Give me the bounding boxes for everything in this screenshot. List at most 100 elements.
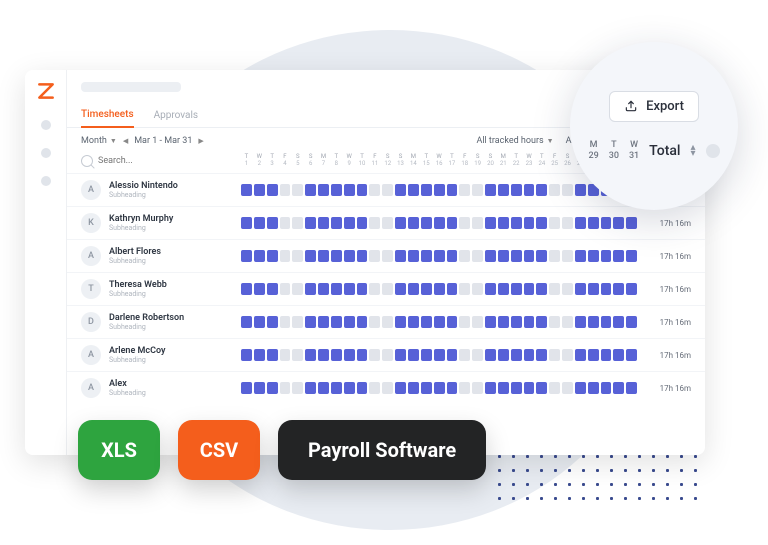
day-cell[interactable] <box>357 217 368 229</box>
day-cell[interactable] <box>408 382 419 394</box>
day-cell[interactable] <box>575 283 586 295</box>
day-cell[interactable] <box>434 382 445 394</box>
day-cell[interactable] <box>524 184 535 196</box>
day-cell[interactable] <box>241 316 252 328</box>
next-icon[interactable]: ▶ <box>198 137 203 145</box>
day-cell[interactable] <box>254 184 265 196</box>
hours-filter[interactable]: All tracked hours▼ <box>476 136 553 146</box>
day-cell[interactable] <box>447 250 458 262</box>
day-cell[interactable] <box>369 250 380 262</box>
day-cell[interactable] <box>331 349 342 361</box>
day-cell[interactable] <box>241 283 252 295</box>
day-cell[interactable] <box>601 283 612 295</box>
day-cell[interactable] <box>331 382 342 394</box>
day-cell[interactable] <box>472 184 483 196</box>
day-cell[interactable] <box>318 184 329 196</box>
day-cell[interactable] <box>562 283 573 295</box>
day-cell[interactable] <box>382 316 393 328</box>
day-cell[interactable] <box>344 382 355 394</box>
day-cell[interactable] <box>524 382 535 394</box>
day-cell[interactable] <box>395 184 406 196</box>
day-cell[interactable] <box>292 250 303 262</box>
day-cell[interactable] <box>357 184 368 196</box>
rail-item[interactable] <box>41 120 51 130</box>
tab-timesheets[interactable]: Timesheets <box>81 109 134 128</box>
day-cell[interactable] <box>421 382 432 394</box>
day-cell[interactable] <box>382 349 393 361</box>
day-cell[interactable] <box>472 349 483 361</box>
day-cell[interactable] <box>588 316 599 328</box>
day-cell[interactable] <box>562 349 573 361</box>
search-input[interactable] <box>98 156 208 166</box>
day-cell[interactable] <box>459 283 470 295</box>
day-cell[interactable] <box>395 349 406 361</box>
day-cell[interactable] <box>382 250 393 262</box>
day-cell[interactable] <box>434 349 445 361</box>
day-cell[interactable] <box>613 382 624 394</box>
day-cell[interactable] <box>318 250 329 262</box>
day-cell[interactable] <box>447 349 458 361</box>
day-cell[interactable] <box>344 316 355 328</box>
day-cell[interactable] <box>305 349 316 361</box>
day-cell[interactable] <box>485 184 496 196</box>
tab-approvals[interactable]: Approvals <box>154 110 198 127</box>
day-cell[interactable] <box>498 184 509 196</box>
day-cell[interactable] <box>511 382 522 394</box>
day-cell[interactable] <box>254 349 265 361</box>
prev-icon[interactable]: ◀ <box>123 137 128 145</box>
day-cell[interactable] <box>421 184 432 196</box>
day-cell[interactable] <box>459 184 470 196</box>
day-cell[interactable] <box>459 316 470 328</box>
day-cell[interactable] <box>434 316 445 328</box>
day-cell[interactable] <box>549 316 560 328</box>
day-cell[interactable] <box>421 316 432 328</box>
day-cell[interactable] <box>280 184 291 196</box>
day-cell[interactable] <box>536 217 547 229</box>
day-cell[interactable] <box>421 217 432 229</box>
day-cell[interactable] <box>434 283 445 295</box>
day-cell[interactable] <box>357 382 368 394</box>
day-cell[interactable] <box>292 184 303 196</box>
day-cell[interactable] <box>344 250 355 262</box>
day-cell[interactable] <box>459 250 470 262</box>
day-cell[interactable] <box>498 382 509 394</box>
day-cell[interactable] <box>395 316 406 328</box>
day-cell[interactable] <box>562 316 573 328</box>
table-row[interactable]: KKathryn MurphySubheading17h 16m <box>67 206 705 239</box>
day-cell[interactable] <box>626 250 637 262</box>
day-cell[interactable] <box>601 349 612 361</box>
day-cell[interactable] <box>549 349 560 361</box>
day-cell[interactable] <box>280 283 291 295</box>
day-cell[interactable] <box>498 349 509 361</box>
day-cell[interactable] <box>575 184 586 196</box>
day-cell[interactable] <box>267 250 278 262</box>
day-cell[interactable] <box>588 250 599 262</box>
day-cell[interactable] <box>408 184 419 196</box>
day-cell[interactable] <box>267 217 278 229</box>
day-cell[interactable] <box>524 316 535 328</box>
day-cell[interactable] <box>318 349 329 361</box>
day-cell[interactable] <box>267 382 278 394</box>
day-cell[interactable] <box>626 316 637 328</box>
day-cell[interactable] <box>369 382 380 394</box>
table-row[interactable]: AAlbert FloresSubheading17h 16m <box>67 239 705 272</box>
day-cell[interactable] <box>318 283 329 295</box>
day-cell[interactable] <box>485 349 496 361</box>
day-cell[interactable] <box>318 382 329 394</box>
day-cell[interactable] <box>447 316 458 328</box>
day-cell[interactable] <box>369 184 380 196</box>
day-cell[interactable] <box>292 349 303 361</box>
day-cell[interactable] <box>382 382 393 394</box>
day-cell[interactable] <box>254 217 265 229</box>
day-cell[interactable] <box>241 217 252 229</box>
day-cell[interactable] <box>408 250 419 262</box>
day-cell[interactable] <box>613 283 624 295</box>
day-cell[interactable] <box>498 316 509 328</box>
day-cell[interactable] <box>511 283 522 295</box>
period-filter[interactable]: Month ▼ <box>81 136 117 146</box>
day-cell[interactable] <box>485 316 496 328</box>
day-cell[interactable] <box>613 250 624 262</box>
day-cell[interactable] <box>331 283 342 295</box>
day-cell[interactable] <box>395 382 406 394</box>
day-cell[interactable] <box>369 283 380 295</box>
